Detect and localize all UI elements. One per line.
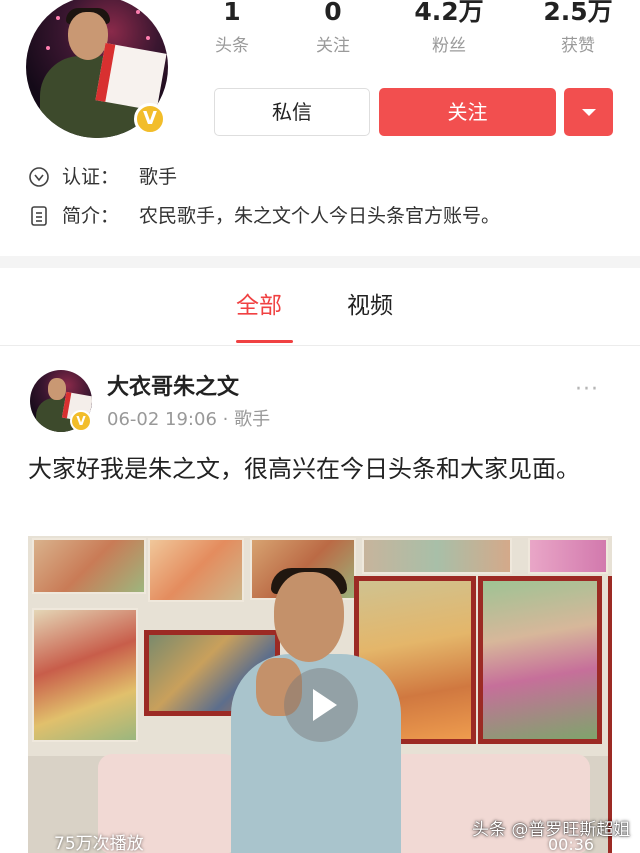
meta-separator: ·: [222, 409, 229, 430]
stat-followers[interactable]: 4.2万 粉丝: [399, 0, 499, 58]
post-meta: 06-02 19:06 · 歌手: [107, 407, 270, 433]
follow-options-button[interactable]: [564, 88, 613, 136]
chevron-down-icon: [582, 109, 596, 116]
post-time: 06-02 19:06: [107, 409, 217, 430]
verified-badge-icon: V: [70, 410, 92, 432]
video-play-count: 75万次播放: [54, 834, 144, 853]
stat-posts-value: 1: [223, 0, 241, 26]
stat-likes-label: 获赞: [561, 36, 595, 56]
tab-all[interactable]: 全部: [236, 288, 282, 324]
play-button[interactable]: [284, 668, 358, 742]
post-text[interactable]: 大家好我是朱之文，很高兴在今日头条和大家见面。: [28, 450, 618, 488]
verified-badge-icon: V: [134, 103, 166, 135]
active-tab-indicator: [236, 340, 293, 343]
verification-value: 歌手: [139, 166, 178, 188]
stat-following[interactable]: 0 关注: [283, 0, 383, 58]
video-player[interactable]: 75万次播放 00:36: [28, 536, 612, 853]
verification-key: 认证：: [62, 166, 120, 188]
stat-posts-label: 头条: [215, 36, 249, 56]
post-category: 歌手: [234, 409, 271, 430]
post-author-name[interactable]: 大衣哥朱之文: [107, 372, 239, 404]
verification-row: 认证： 歌手: [28, 163, 328, 191]
stat-following-value: 0: [324, 0, 342, 26]
stat-followers-value: 4.2万: [414, 0, 484, 26]
stat-followers-label: 粉丝: [432, 36, 466, 56]
watermark: 头条 @普罗旺斯超姐: [472, 820, 631, 840]
message-button[interactable]: 私信: [214, 88, 370, 136]
stat-likes-value: 2.5万: [543, 0, 613, 26]
play-icon: [313, 689, 337, 721]
tabs-divider: [0, 345, 640, 346]
more-dots-icon[interactable]: ···: [575, 379, 607, 401]
intro-row: 简介： 农民歌手，朱之文个人今日头条官方账号。: [28, 202, 628, 230]
tab-video[interactable]: 视频: [347, 288, 393, 324]
stat-following-label: 关注: [316, 36, 350, 56]
section-divider: [0, 256, 640, 268]
chevron-down-circle-icon: [29, 167, 49, 187]
document-icon: [31, 206, 47, 226]
stat-posts[interactable]: 1 头条: [182, 0, 282, 58]
intro-value: 农民歌手，朱之文个人今日头条官方账号。: [139, 205, 501, 227]
stat-likes[interactable]: 2.5万 获赞: [528, 0, 628, 58]
intro-key: 简介：: [62, 205, 120, 227]
follow-button[interactable]: 关注: [379, 88, 556, 136]
